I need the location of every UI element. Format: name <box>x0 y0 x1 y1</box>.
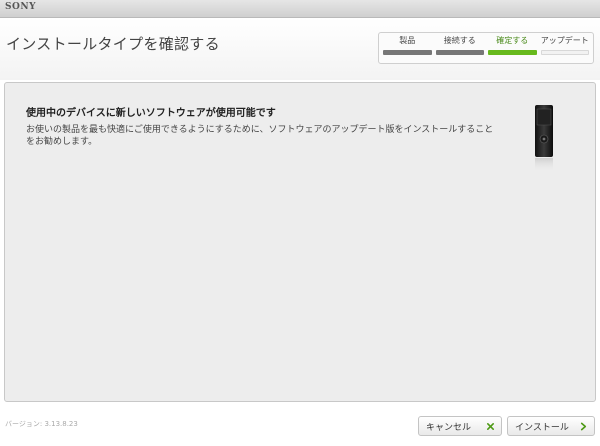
step-connect: 接続する <box>435 35 484 61</box>
walkman-device-icon <box>535 105 553 172</box>
header: インストールタイプを確認する 製品 接続する 確定する アップデート <box>0 18 600 80</box>
panel-description: お使いの製品を最も快適にご使用できるようにするために、ソフトウェアのアップデート… <box>26 125 494 147</box>
step-label: 製品 <box>399 36 416 45</box>
step-label: 確定する <box>496 36 529 45</box>
step-bar-done <box>435 50 484 55</box>
step-update: アップデート <box>540 35 589 61</box>
step-confirm: 確定する <box>488 35 537 61</box>
step-bar-done <box>383 50 432 55</box>
panel-heading: 使用中のデバイスに新しいソフトウェアが使用可能です <box>26 108 276 119</box>
chevron-right-icon <box>580 422 587 430</box>
progress-steps: 製品 接続する 確定する アップデート <box>378 32 594 64</box>
install-button[interactable]: インストール <box>507 416 595 436</box>
install-button-label: インストール <box>515 422 569 433</box>
cancel-button-label: キャンセル <box>426 422 472 433</box>
step-label: 接続する <box>443 36 476 45</box>
page-title: インストールタイプを確認する <box>6 35 220 53</box>
version-label: バージョン: 3.13.8.23 <box>5 420 78 428</box>
brand-logo: SONY <box>5 2 36 12</box>
step-bar-pending <box>540 50 589 55</box>
main-panel: 使用中のデバイスに新しいソフトウェアが使用可能です お使いの製品を最も快適にご使… <box>4 82 596 402</box>
step-product: 製品 <box>383 35 432 61</box>
title-bar: SONY <box>0 0 600 18</box>
close-icon <box>486 422 495 430</box>
step-bar-active <box>488 50 537 55</box>
cancel-button[interactable]: キャンセル <box>418 416 502 436</box>
step-label: アップデート <box>540 36 589 45</box>
